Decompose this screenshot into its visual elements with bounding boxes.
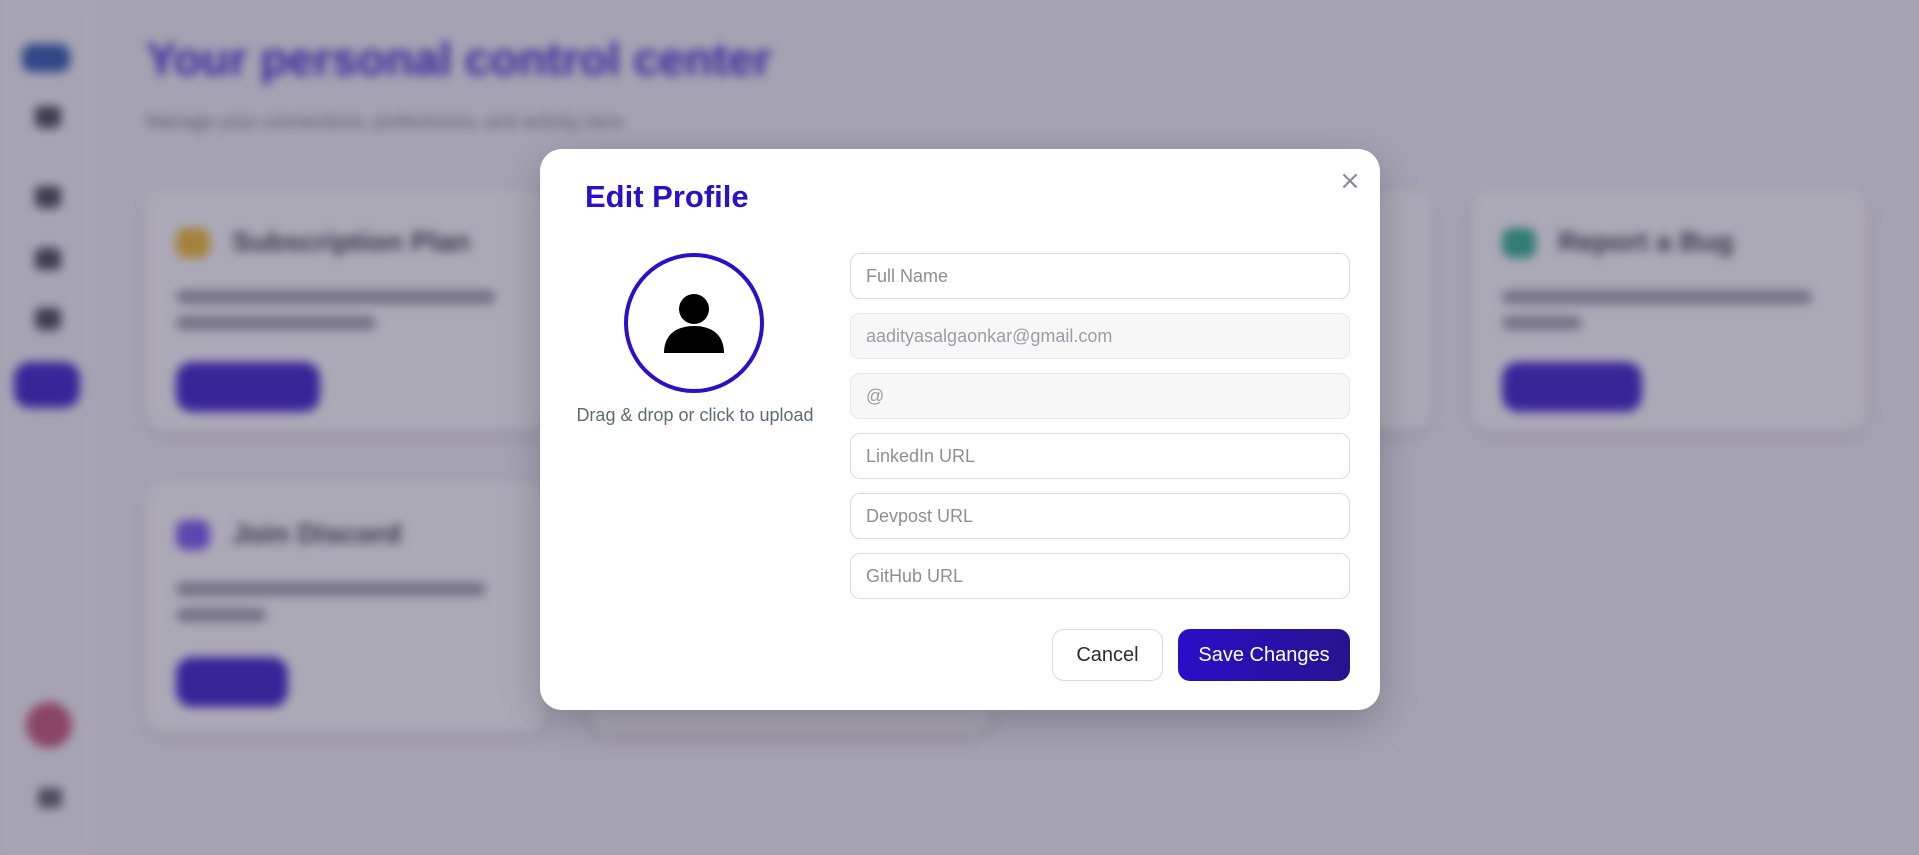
close-button[interactable]: × bbox=[1336, 167, 1364, 195]
save-changes-button[interactable]: Save Changes bbox=[1178, 629, 1350, 681]
avatar-upload[interactable] bbox=[624, 253, 764, 393]
linkedin-url-input[interactable] bbox=[850, 433, 1350, 479]
modal-title: Edit Profile bbox=[585, 179, 749, 214]
cancel-button[interactable]: Cancel bbox=[1052, 629, 1163, 681]
full-name-input[interactable] bbox=[850, 253, 1350, 299]
github-url-input[interactable] bbox=[850, 553, 1350, 599]
email-field bbox=[850, 313, 1350, 359]
upload-hint: Drag & drop or click to upload bbox=[576, 405, 814, 425]
edit-profile-modal: Edit Profile × Drag & drop or click to u… bbox=[540, 149, 1380, 710]
username-field bbox=[850, 373, 1350, 419]
user-silhouette-icon bbox=[664, 294, 724, 353]
devpost-url-input[interactable] bbox=[850, 493, 1350, 539]
